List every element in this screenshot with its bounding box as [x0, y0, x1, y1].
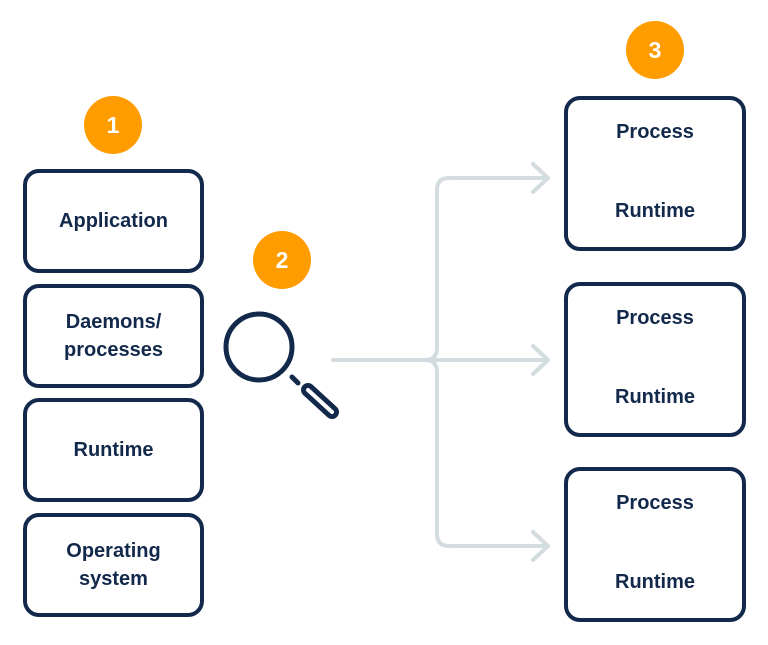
step-badge-3: 3: [626, 21, 684, 79]
runtime-label: Runtime: [615, 386, 695, 408]
target-box-1: Process Runtime: [564, 96, 746, 251]
target-box-2: Process Runtime: [564, 282, 746, 437]
stack-operating-system: Operating system: [23, 513, 204, 617]
target-box-3: Process Runtime: [564, 467, 746, 622]
step-badge-1: 1: [84, 96, 142, 154]
step-badge-2: 2: [253, 231, 311, 289]
bracket-upper: [423, 176, 550, 362]
stack-runtime: Runtime: [23, 398, 204, 502]
runtime-label: Runtime: [615, 571, 695, 593]
process-label: Process: [616, 121, 694, 143]
stack-label: Operating system: [66, 540, 161, 590]
stack-label: Runtime: [73, 439, 154, 461]
process-label: Process: [616, 307, 694, 329]
stack-label: Application: [59, 210, 168, 232]
stack-daemons: Daemons/ processes: [23, 284, 204, 388]
bracket-lower: [423, 358, 550, 548]
process-label: Process: [616, 492, 694, 514]
stack-application: Application: [23, 169, 204, 273]
runtime-label: Runtime: [615, 200, 695, 222]
stack-label: Daemons/ processes: [64, 311, 163, 361]
